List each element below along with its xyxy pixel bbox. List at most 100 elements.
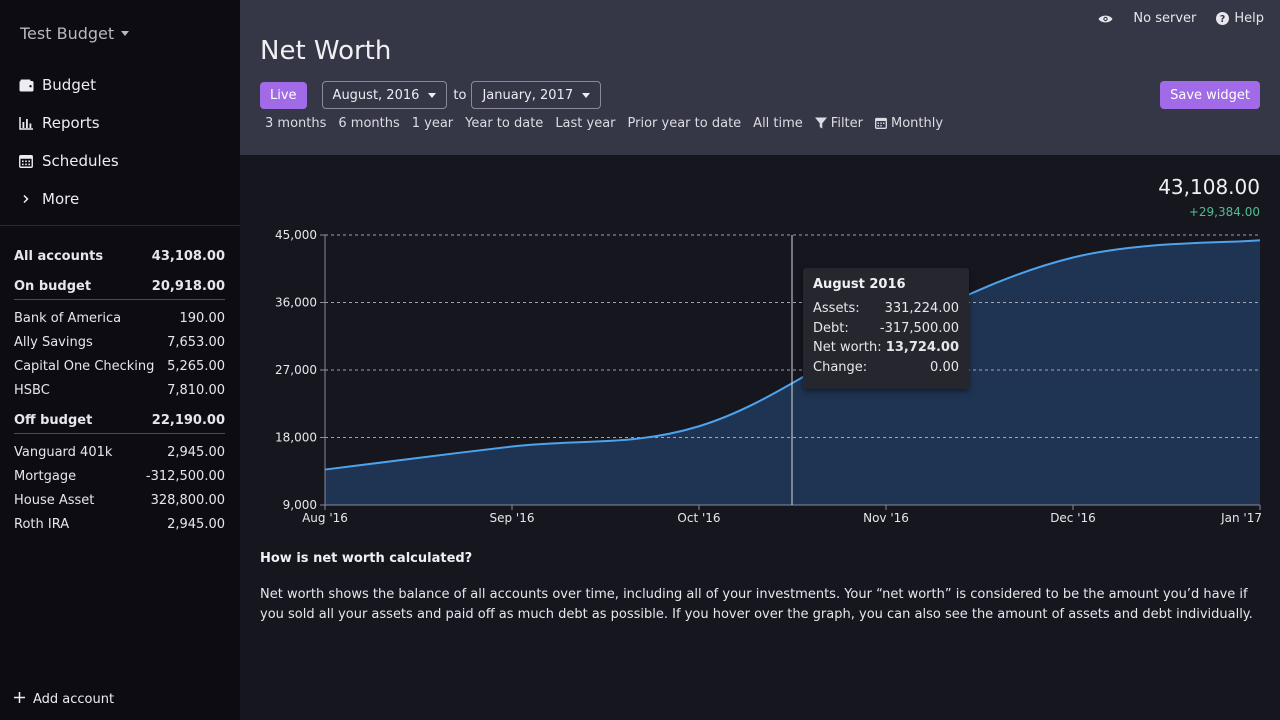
privacy-toggle[interactable] [1098, 14, 1113, 24]
range-presets: 3 months 6 months 1 year Year to date La… [260, 114, 950, 132]
account-row[interactable]: Vanguard 401k 2,945.00 [14, 440, 225, 464]
calendar-icon [875, 117, 887, 129]
main-content: No server ? Help Net Worth Live August, … [240, 0, 1280, 720]
on-budget-label: On budget [14, 279, 92, 294]
x-tick-label: Dec '16 [1050, 511, 1096, 525]
account-balance: 2,945.00 [167, 516, 225, 532]
account-name: Ally Savings [14, 334, 93, 350]
range-prior-year-to-date[interactable]: Prior year to date [623, 114, 747, 132]
account-row[interactable]: Roth IRA 2,945.00 [14, 512, 225, 536]
start-date-value: August, 2016 [332, 87, 420, 103]
divider [0, 225, 240, 226]
calendar-icon [18, 153, 34, 169]
tooltip-value: 0.00 [930, 359, 959, 375]
nav-item-more[interactable]: More [18, 180, 119, 218]
nav-item-label: Budget [42, 76, 96, 94]
help-button[interactable]: ? Help [1216, 11, 1264, 26]
account-balance: 328,800.00 [150, 492, 225, 508]
y-tick-label: 27,000 [275, 363, 317, 377]
account-row[interactable]: Mortgage -312,500.00 [14, 464, 225, 488]
accounts-list: All accounts 43,108.00 On budget 20,918.… [14, 244, 225, 536]
main-nav: Budget Reports Schedules More [18, 66, 119, 218]
all-accounts-balance: 43,108.00 [151, 248, 225, 264]
tooltip-value: -317,500.00 [879, 320, 959, 336]
x-tick-label: Jan '17 [1220, 511, 1262, 525]
range-3-months[interactable]: 3 months [260, 114, 331, 132]
to-label: to [453, 87, 467, 103]
x-tick-label: Nov '16 [863, 511, 909, 525]
date-controls: Live August, 2016 to January, 2017 [260, 81, 602, 109]
on-budget-row[interactable]: On budget 20,918.00 [14, 276, 225, 300]
server-status[interactable]: No server [1133, 11, 1196, 26]
end-date-value: January, 2017 [482, 87, 574, 103]
save-widget-button[interactable]: Save widget [1160, 81, 1260, 109]
account-balance: 2,945.00 [167, 444, 225, 460]
tooltip-label: Assets: [813, 301, 860, 317]
tooltip-row-debt: Debt: -317,500.00 [813, 319, 959, 339]
account-balance: 7,653.00 [167, 334, 225, 350]
account-row[interactable]: House Asset 328,800.00 [14, 488, 225, 512]
live-button[interactable]: Live [260, 81, 307, 109]
all-accounts-row[interactable]: All accounts 43,108.00 [14, 244, 225, 268]
y-tick-label: 18,000 [275, 431, 317, 445]
filter-label: Filter [830, 115, 863, 131]
account-name: Mortgage [14, 468, 77, 484]
range-all-time[interactable]: All time [748, 114, 808, 132]
nav-item-budget[interactable]: Budget [18, 66, 119, 104]
budget-name: Test Budget [20, 24, 115, 43]
filter-icon [814, 117, 827, 129]
caret-down-icon [582, 92, 591, 98]
filter-button[interactable]: Filter [810, 114, 868, 132]
nav-item-label: Reports [42, 114, 100, 132]
sidebar: Test Budget Budget Reports Schedules Mor… [0, 0, 240, 720]
caret-down-icon [121, 31, 130, 36]
account-balance: 190.00 [179, 310, 226, 326]
page-title: Net Worth [260, 36, 392, 66]
tooltip-label: Change: [813, 359, 868, 375]
nav-item-schedules[interactable]: Schedules [18, 142, 119, 180]
range-last-year[interactable]: Last year [550, 114, 620, 132]
explanation-text: Net worth shows the balance of all accou… [260, 587, 1253, 622]
off-budget-label: Off budget [14, 413, 93, 428]
net-worth-total: 43,108.00 [1158, 175, 1260, 199]
start-date-select[interactable]: August, 2016 [321, 81, 448, 109]
budget-name-dropdown[interactable]: Test Budget [20, 24, 130, 43]
account-balance: 7,810.00 [167, 382, 225, 398]
nav-item-label: More [42, 190, 80, 208]
wallet-icon [18, 77, 34, 93]
explanation-title: How is net worth calculated? [260, 551, 473, 566]
tooltip-value: 331,224.00 [884, 301, 959, 317]
account-row[interactable]: Capital One Checking 5,265.00 [14, 354, 225, 378]
account-row[interactable]: Bank of America 190.00 [14, 306, 225, 330]
interval-label: Monthly [891, 115, 944, 131]
account-name: Bank of America [14, 310, 122, 326]
svg-text:?: ? [1220, 14, 1226, 25]
add-account-label: Add account [33, 692, 115, 707]
add-account-button[interactable]: Add account [14, 692, 114, 707]
account-balance: -312,500.00 [145, 468, 225, 484]
report-header: No server ? Help Net Worth Live August, … [240, 0, 1280, 155]
caret-down-icon [428, 92, 437, 98]
off-budget-balance: 22,190.00 [151, 413, 225, 428]
end-date-select[interactable]: January, 2017 [471, 81, 602, 109]
range-6-months[interactable]: 6 months [333, 114, 404, 132]
on-budget-balance: 20,918.00 [151, 279, 225, 294]
account-row[interactable]: HSBC 7,810.00 [14, 378, 225, 402]
nav-item-reports[interactable]: Reports [18, 104, 119, 142]
net-worth-chart[interactable]: 9,000 18,000 27,000 36,000 45,000 Aug '16 Sep … [240, 225, 1280, 535]
account-row[interactable]: Ally Savings 7,653.00 [14, 330, 225, 354]
range-1-year[interactable]: 1 year [407, 114, 458, 132]
account-name: HSBC [14, 382, 50, 398]
account-balance: 5,265.00 [167, 358, 225, 374]
all-accounts-label: All accounts [14, 248, 104, 264]
interval-button[interactable]: Monthly [870, 114, 948, 132]
net-worth-change: +29,384.00 [1188, 205, 1260, 219]
account-name: Roth IRA [14, 516, 70, 532]
tooltip-value: 13,724.00 [885, 340, 959, 356]
range-year-to-date[interactable]: Year to date [460, 114, 548, 132]
help-label: Help [1234, 11, 1264, 26]
nav-item-label: Schedules [42, 152, 119, 170]
tooltip-row-net-worth: Net worth: 13,724.00 [813, 338, 959, 358]
off-budget-row[interactable]: Off budget 22,190.00 [14, 410, 225, 434]
tooltip-label: Debt: [813, 320, 849, 336]
